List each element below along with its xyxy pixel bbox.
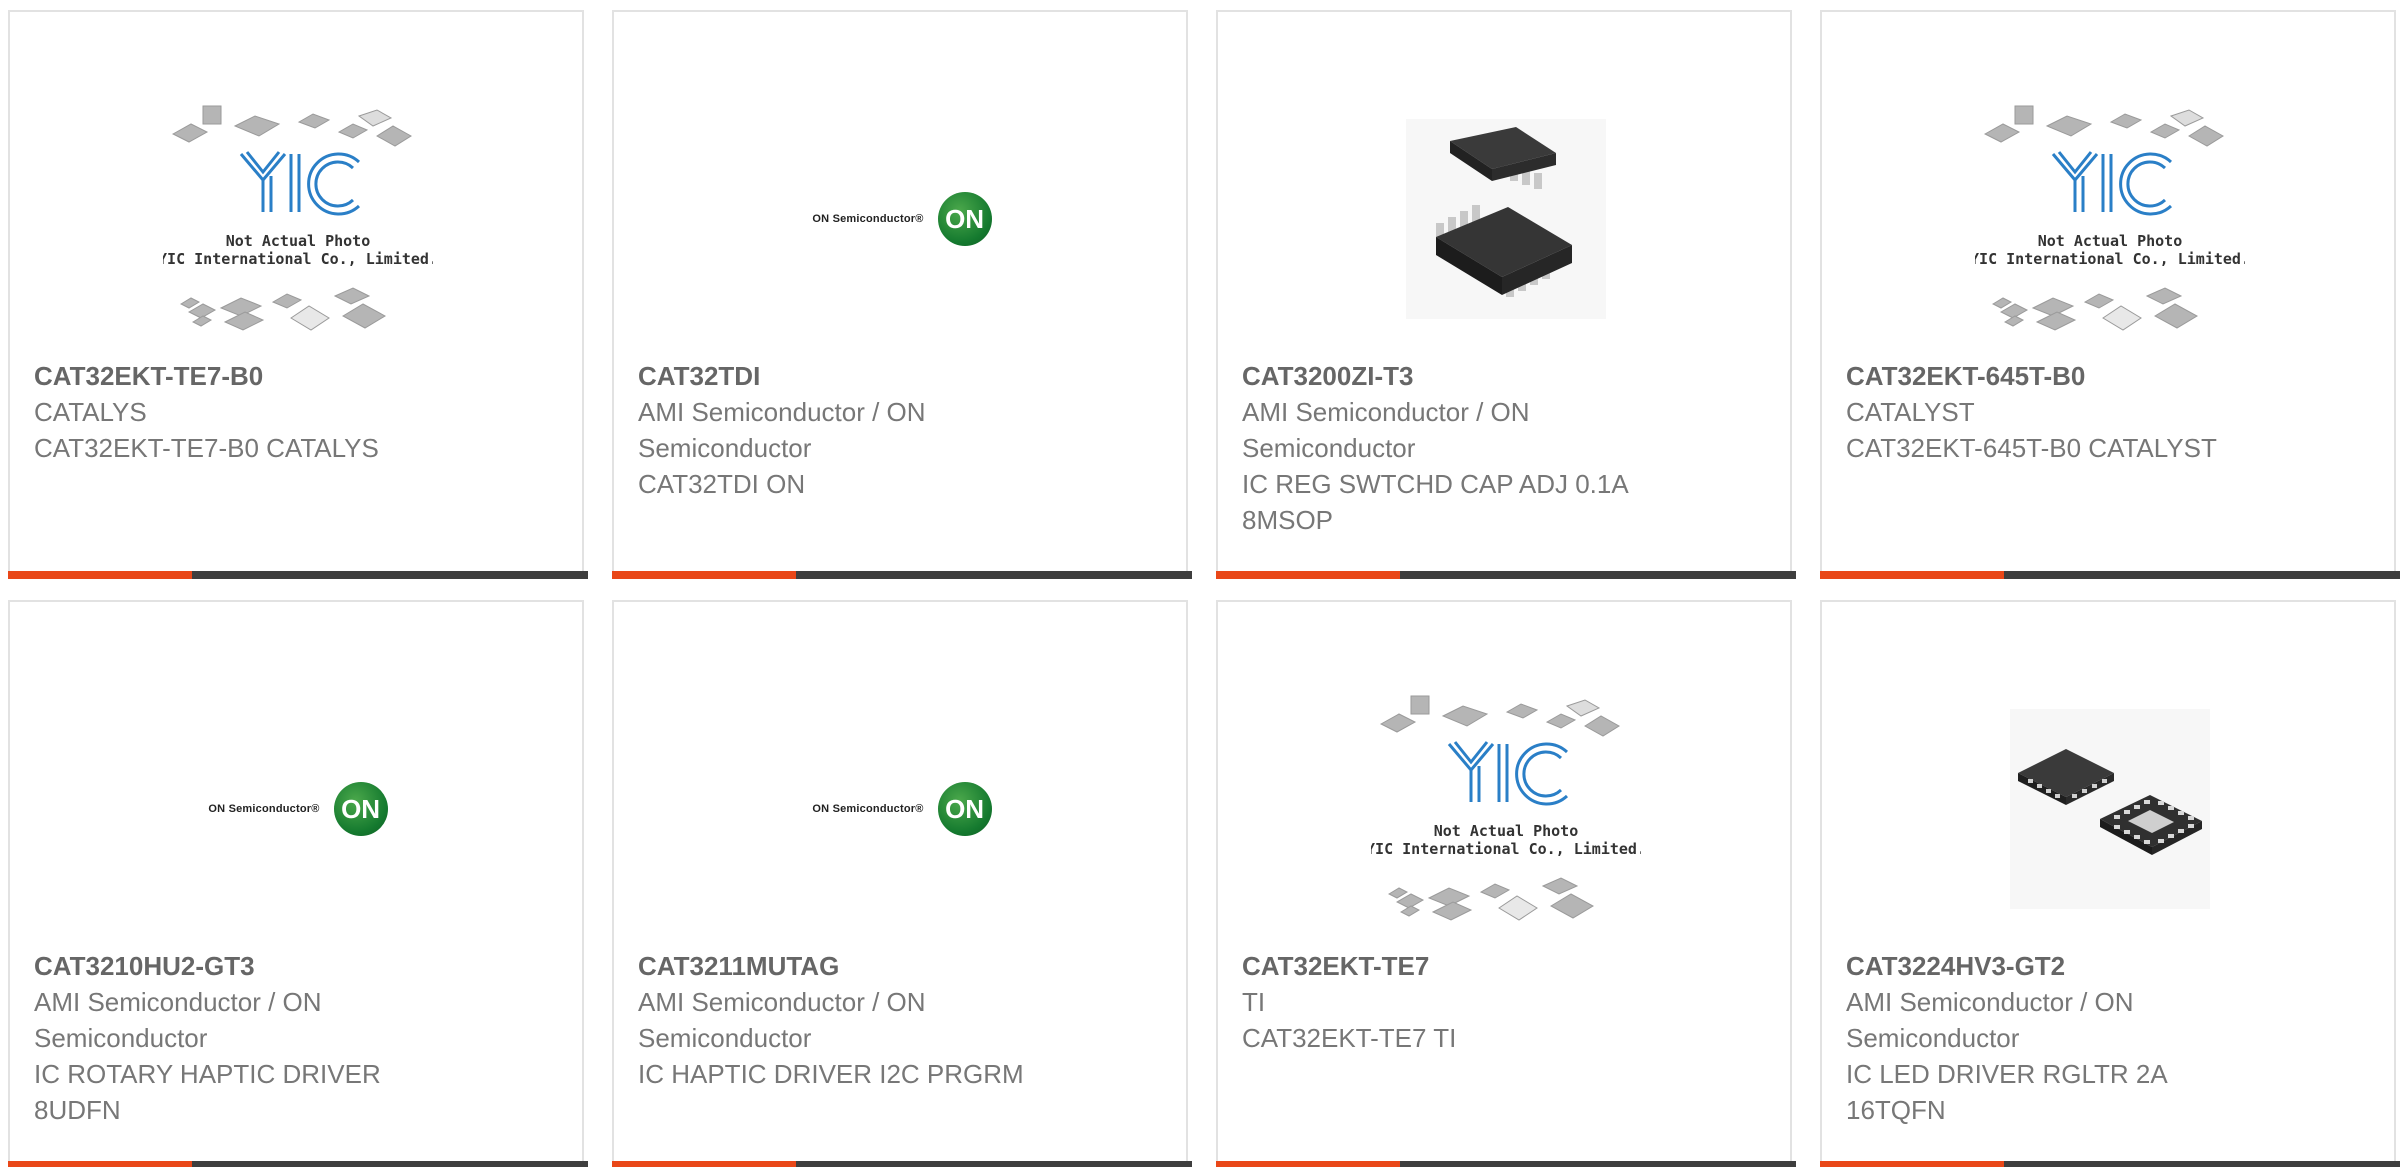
part-number[interactable]: CAT3210HU2-GT3 — [34, 948, 494, 984]
product-info: CAT3211MUTAG AMI Semiconductor / ON Semi… — [638, 948, 1098, 1092]
on-semiconductor-logo: ON Semiconductor® ON — [208, 782, 388, 836]
manufacturer: CATALYST — [1846, 397, 1975, 427]
card-accent-bar — [612, 1161, 796, 1167]
card-footer-bar — [8, 1161, 588, 1167]
product-image[interactable] — [1822, 674, 2398, 944]
product-info: CAT3210HU2-GT3 AMI Semiconductor / ON Se… — [34, 948, 494, 1128]
product-info: CAT32EKT-TE7 TI CAT32EKT-TE7 TI — [1242, 948, 1702, 1056]
part-number[interactable]: CAT3200ZI-T3 — [1242, 358, 1702, 394]
on-logo-mark: ON — [937, 782, 992, 836]
on-semiconductor-logo: ON Semiconductor® ON — [812, 192, 992, 246]
product-info: CAT3200ZI-T3 AMI Semiconductor / ON Semi… — [1242, 358, 1702, 538]
description: CAT32EKT-645T-B0 CATALYST — [1846, 433, 2217, 463]
card-footer-bar — [612, 571, 1192, 579]
product-image[interactable]: Not Actual Photo YIC International Co., … — [1218, 674, 1794, 944]
yic-placeholder-image: Not Actual Photo YIC International Co., … — [1975, 105, 2245, 331]
description: IC LED DRIVER RGLTR 2A 16TQFN — [1846, 1059, 2167, 1125]
product-card[interactable]: ON Semiconductor® ON CAT3210HU2-GT3 AMI … — [8, 600, 588, 1167]
card-footer-bar — [1216, 1161, 1796, 1167]
image-caption-line1: Not Actual Photo — [1434, 822, 1579, 840]
manufacturer: AMI Semiconductor / ON Semiconductor — [638, 987, 926, 1053]
product-image[interactable] — [1218, 84, 1794, 354]
on-semiconductor-logo: ON Semiconductor® ON — [812, 782, 992, 836]
product-image[interactable]: Not Actual Photo YIC International Co., … — [1822, 84, 2398, 354]
manufacturer: AMI Semiconductor / ON Semiconductor — [1846, 987, 2134, 1053]
manufacturer: AMI Semiconductor / ON Semiconductor — [34, 987, 322, 1053]
product-info: CAT32EKT-645T-B0 CATALYST CAT32EKT-645T-… — [1846, 358, 2306, 466]
manufacturer: AMI Semiconductor / ON Semiconductor — [1242, 397, 1530, 463]
card-footer-bar — [612, 1161, 1192, 1167]
product-image[interactable]: ON Semiconductor® ON — [614, 674, 1190, 944]
part-number[interactable]: CAT32EKT-TE7 — [1242, 948, 1702, 984]
logo-text: ON Semiconductor® — [208, 803, 320, 815]
logo-text: ON Semiconductor® — [812, 803, 924, 815]
description: IC HAPTIC DRIVER I2C PRGRM — [638, 1059, 1024, 1089]
description: CAT32EKT-TE7 TI — [1242, 1023, 1457, 1053]
image-caption-line1: Not Actual Photo — [2038, 232, 2183, 250]
image-caption-line2: YIC International Co., Limited. — [1371, 840, 1641, 858]
card-accent-bar — [1820, 571, 2004, 579]
description: CAT32EKT-TE7-B0 CATALYS — [34, 433, 379, 463]
manufacturer: AMI Semiconductor / ON Semiconductor — [638, 397, 926, 463]
description: IC ROTARY HAPTIC DRIVER 8UDFN — [34, 1059, 381, 1125]
yic-placeholder-image: Not Actual Photo YIC International Co., … — [163, 105, 433, 331]
yic-placeholder-image: Not Actual Photo YIC International Co., … — [1371, 695, 1641, 921]
product-image[interactable]: Not Actual Photo YIC International Co., … — [10, 84, 586, 354]
manufacturer: TI — [1242, 987, 1266, 1017]
description: IC REG SWTCHD CAP ADJ 0.1A 8MSOP — [1242, 469, 1628, 535]
part-number[interactable]: CAT3224HV3-GT2 — [1846, 948, 2306, 984]
on-logo-mark: ON — [333, 782, 388, 836]
card-accent-bar — [1216, 571, 1400, 579]
card-accent-bar — [8, 571, 192, 579]
card-accent-bar — [612, 571, 796, 579]
product-info: CAT3224HV3-GT2 AMI Semiconductor / ON Se… — [1846, 948, 2306, 1128]
product-info: CAT32TDI AMI Semiconductor / ON Semicond… — [638, 358, 1098, 502]
part-number[interactable]: CAT32EKT-TE7-B0 — [34, 358, 494, 394]
image-caption-line1: Not Actual Photo — [226, 232, 371, 250]
card-footer-bar — [1820, 1161, 2400, 1167]
product-card[interactable]: CAT3200ZI-T3 AMI Semiconductor / ON Semi… — [1216, 10, 1796, 579]
card-accent-bar — [1820, 1161, 2004, 1167]
on-logo-mark: ON — [937, 192, 992, 246]
part-number[interactable]: CAT32TDI — [638, 358, 1098, 394]
card-footer-bar — [8, 571, 588, 579]
image-caption-line2: YIC International Co., Limited. — [163, 250, 433, 268]
card-footer-bar — [1216, 571, 1796, 579]
description: CAT32TDI ON — [638, 469, 806, 499]
product-image[interactable]: ON Semiconductor® ON — [10, 674, 586, 944]
card-accent-bar — [8, 1161, 192, 1167]
product-card[interactable]: CAT3224HV3-GT2 AMI Semiconductor / ON Se… — [1820, 600, 2400, 1167]
product-card[interactable]: Not Actual Photo YIC International Co., … — [1820, 10, 2400, 579]
tqfn16-chip-image — [2010, 709, 2210, 909]
product-card[interactable]: Not Actual Photo YIC International Co., … — [1216, 600, 1796, 1167]
product-card[interactable]: ON Semiconductor® ON CAT3211MUTAG AMI Se… — [612, 600, 1192, 1167]
card-accent-bar — [1216, 1161, 1400, 1167]
part-number[interactable]: CAT3211MUTAG — [638, 948, 1098, 984]
product-image[interactable]: ON Semiconductor® ON — [614, 84, 1190, 354]
product-card[interactable]: Not Actual Photo YIC International Co., … — [8, 10, 588, 579]
product-card[interactable]: ON Semiconductor® ON CAT32TDI AMI Semico… — [612, 10, 1192, 579]
part-number[interactable]: CAT32EKT-645T-B0 — [1846, 358, 2306, 394]
msop8-chip-image — [1406, 119, 1606, 319]
product-info: CAT32EKT-TE7-B0 CATALYS CAT32EKT-TE7-B0 … — [34, 358, 494, 466]
image-caption-line2: YIC International Co., Limited. — [1975, 250, 2245, 268]
card-footer-bar — [1820, 571, 2400, 579]
product-grid: Not Actual Photo YIC International Co., … — [0, 0, 2400, 1167]
logo-text: ON Semiconductor® — [812, 213, 924, 225]
manufacturer: CATALYS — [34, 397, 147, 427]
